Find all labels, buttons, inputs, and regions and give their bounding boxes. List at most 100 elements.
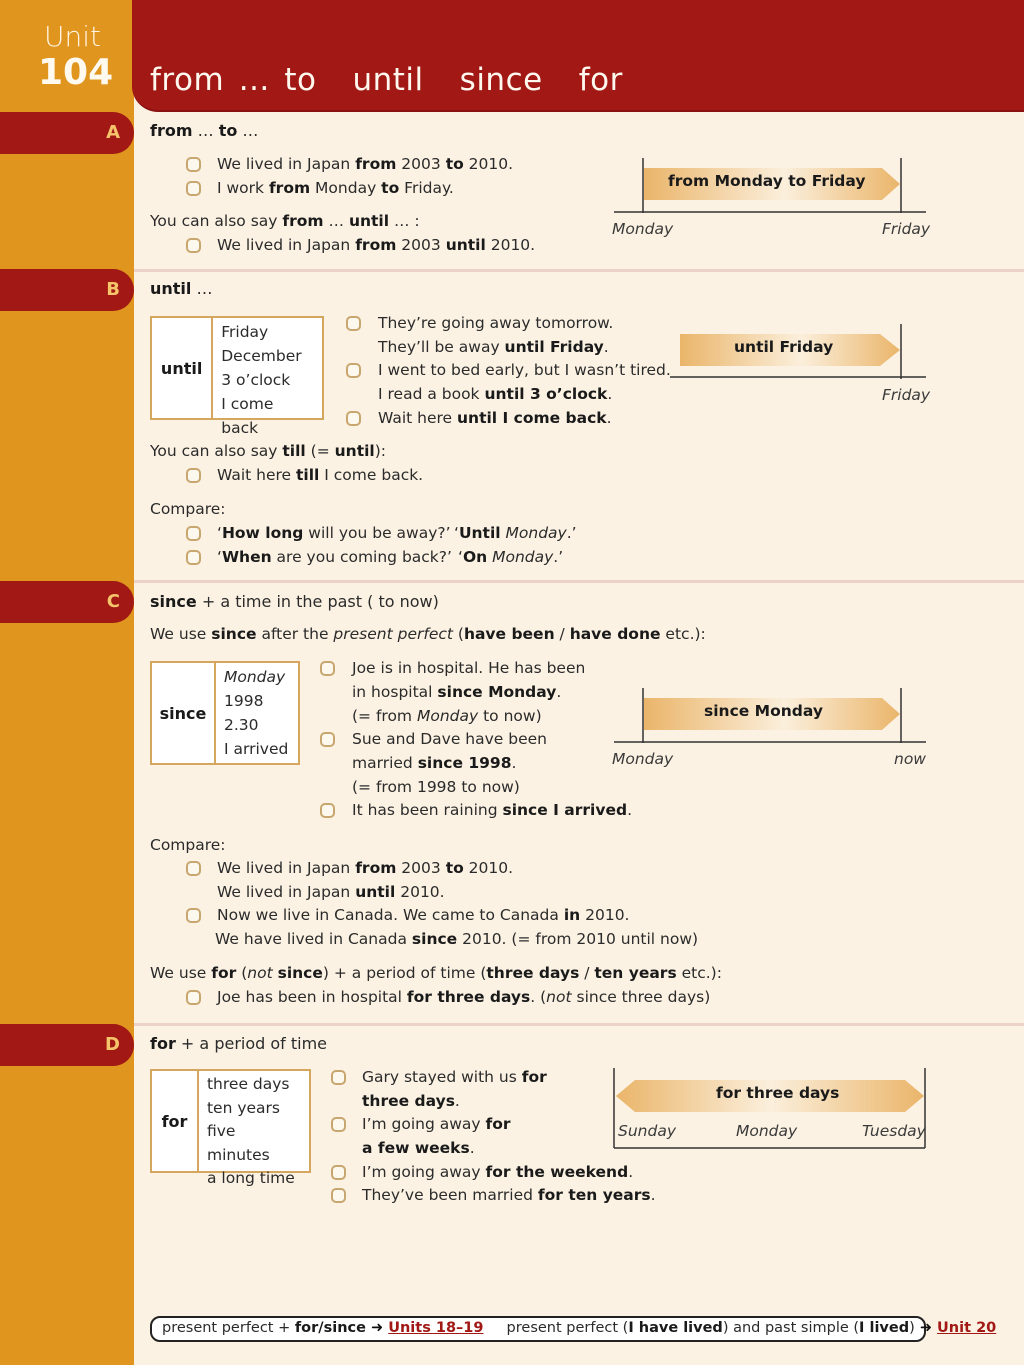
- example-sentence: I read a book until 3 o’clock.: [378, 385, 613, 403]
- section-b-side: [0, 270, 134, 582]
- diagram-tick: Monday: [736, 1122, 798, 1140]
- section-tab-c: C: [0, 581, 134, 623]
- bullet-icon: [346, 316, 361, 331]
- since-box: since Monday 1998 2.30 I arrived: [150, 661, 300, 765]
- example-sentence: They’ll be away until Friday.: [378, 338, 609, 356]
- compare-sentence: Now we live in Canada. We came to Canada…: [217, 906, 630, 924]
- section-a-note: You can also say from … until … :: [150, 212, 420, 230]
- box-value: a long time: [206, 1169, 295, 1187]
- example-sentence: I went to bed early, but I wasn’t tired.: [378, 361, 671, 379]
- example-sentence: Sue and Dave have been: [352, 730, 547, 748]
- diagram-label: for three days: [716, 1084, 840, 1102]
- box-value: 2.30: [224, 716, 259, 734]
- bullet-icon: [186, 550, 201, 565]
- example-sentence: a few weeks.: [362, 1139, 475, 1157]
- for-box: for three days ten years five minutes a …: [150, 1069, 311, 1187]
- bullet-icon: [186, 157, 201, 172]
- bullet-icon: [186, 526, 201, 541]
- example-sentence: Gary stayed with us for: [362, 1068, 547, 1086]
- example-sentence: Wait here until I come back.: [378, 409, 612, 427]
- example-sentence: It has been raining since I arrived.: [352, 801, 633, 819]
- page-title: from … to until since for: [150, 62, 659, 98]
- unit-label: Unit: [44, 20, 101, 53]
- title-word: from … to: [150, 62, 317, 98]
- section-tab-b: B: [0, 269, 134, 311]
- bullet-icon: [320, 732, 335, 747]
- section-c-heading: since + a time in the past ( to now): [150, 592, 439, 611]
- footer-bold: for/since: [294, 1320, 366, 1336]
- section-divider: [134, 269, 1024, 272]
- compare-question: ‘When are you coming back?’: [217, 548, 452, 566]
- box-value: Monday: [224, 668, 286, 686]
- bullet-icon: [320, 661, 335, 676]
- diagram-tick-start: Monday: [612, 220, 674, 238]
- example-sentence: Wait here till I come back.: [217, 466, 424, 484]
- compare-question: ‘How long will you be away?’: [217, 524, 451, 542]
- bullet-icon: [331, 1070, 346, 1085]
- section-divider: [134, 580, 1024, 583]
- box-value: ten years: [206, 1098, 281, 1117]
- section-c-for-note: We use for (not since) + a period of tim…: [150, 964, 722, 982]
- box-values: Friday December 3 o’clock I come back: [213, 318, 322, 437]
- diagram-tick: Tuesday: [862, 1122, 926, 1140]
- timeline-diagram-c: since Monday Monday now: [612, 686, 928, 768]
- bullet-icon: [186, 238, 201, 253]
- bullet-icon: [320, 803, 335, 818]
- section-b-till-note: You can also say till (= until):: [150, 442, 387, 460]
- example-sentence: in hospital since Monday.: [352, 683, 562, 701]
- diagram-tick-end: Friday: [882, 386, 931, 404]
- diagram-label: until Friday: [734, 338, 834, 356]
- diagram-tick: Sunday: [618, 1122, 676, 1140]
- box-key: since: [152, 663, 216, 763]
- diagram-tick-start: Monday: [612, 750, 674, 768]
- box-key: until: [152, 318, 214, 418]
- section-a-heading: from … to …: [150, 121, 259, 140]
- example-sentence: I work from Monday to Friday.: [217, 179, 454, 197]
- bullet-icon: [186, 908, 201, 923]
- example-sentence: They’re going away tomorrow.: [378, 314, 614, 332]
- example-sentence: We lived in Japan from 2003 until 2010.: [217, 236, 536, 254]
- box-value: five minutes: [206, 1122, 270, 1164]
- diagram-label: from Monday to Friday: [668, 172, 866, 190]
- section-c-intro: We use since after the present perfect (…: [150, 625, 706, 643]
- section-d-heading: for + a period of time: [150, 1034, 328, 1053]
- bullet-icon: [331, 1117, 346, 1132]
- example-sentence: (= from Monday to now): [352, 707, 542, 725]
- compare-sentence: We lived in Japan from 2003 to 2010.: [217, 859, 514, 877]
- section-tab-d: D: [0, 1024, 134, 1066]
- box-value: three days: [206, 1075, 290, 1093]
- footer-bold: I have lived: [628, 1320, 723, 1336]
- footer-text: ) and past simple (: [722, 1320, 860, 1336]
- bullet-icon: [331, 1165, 346, 1180]
- link-unit-20[interactable]: Unit 20: [937, 1320, 996, 1336]
- bullet-icon: [186, 468, 201, 483]
- arrow-right-icon: ➜: [914, 1320, 938, 1336]
- box-values: three days ten years five minutes a long…: [199, 1071, 309, 1187]
- timeline-diagram-a: from Monday to Friday Monday Friday: [612, 156, 930, 238]
- footer-text: present perfect (: [506, 1320, 629, 1336]
- example-sentence: We lived in Japan from 2003 to 2010.: [217, 155, 514, 173]
- section-divider: [134, 1023, 1024, 1026]
- compare-sentence: We have lived in Canada since 2010. (= f…: [215, 930, 699, 948]
- title-word: for: [578, 62, 623, 98]
- example-sentence: I’m going away for the weekend.: [362, 1163, 634, 1181]
- section-b-heading: until …: [150, 279, 213, 298]
- compare-answer: ‘On Monday.’: [458, 548, 564, 566]
- box-value: Friday: [221, 323, 269, 341]
- example-sentence: (= from 1998 to now): [352, 778, 520, 796]
- footer-bold: I lived: [859, 1320, 910, 1336]
- example-sentence: married since 1998.: [352, 754, 517, 772]
- link-units-18-19[interactable]: Units 18–19: [388, 1320, 483, 1336]
- title-word: until: [352, 62, 424, 98]
- arrow-right-icon: ➜: [365, 1320, 389, 1336]
- bullet-icon: [331, 1188, 346, 1203]
- compare-sentence: We lived in Japan until 2010.: [217, 883, 445, 901]
- footer-text: present perfect +: [162, 1320, 295, 1336]
- compare-label: Compare:: [150, 500, 226, 518]
- compare-label: Compare:: [150, 836, 226, 854]
- title-word: since: [459, 62, 543, 98]
- box-value: I come back: [221, 395, 274, 437]
- unit-number: 104: [38, 52, 114, 93]
- example-sentence: Joe is in hospital. He has been: [352, 659, 586, 677]
- example-sentence: three days.: [362, 1092, 460, 1110]
